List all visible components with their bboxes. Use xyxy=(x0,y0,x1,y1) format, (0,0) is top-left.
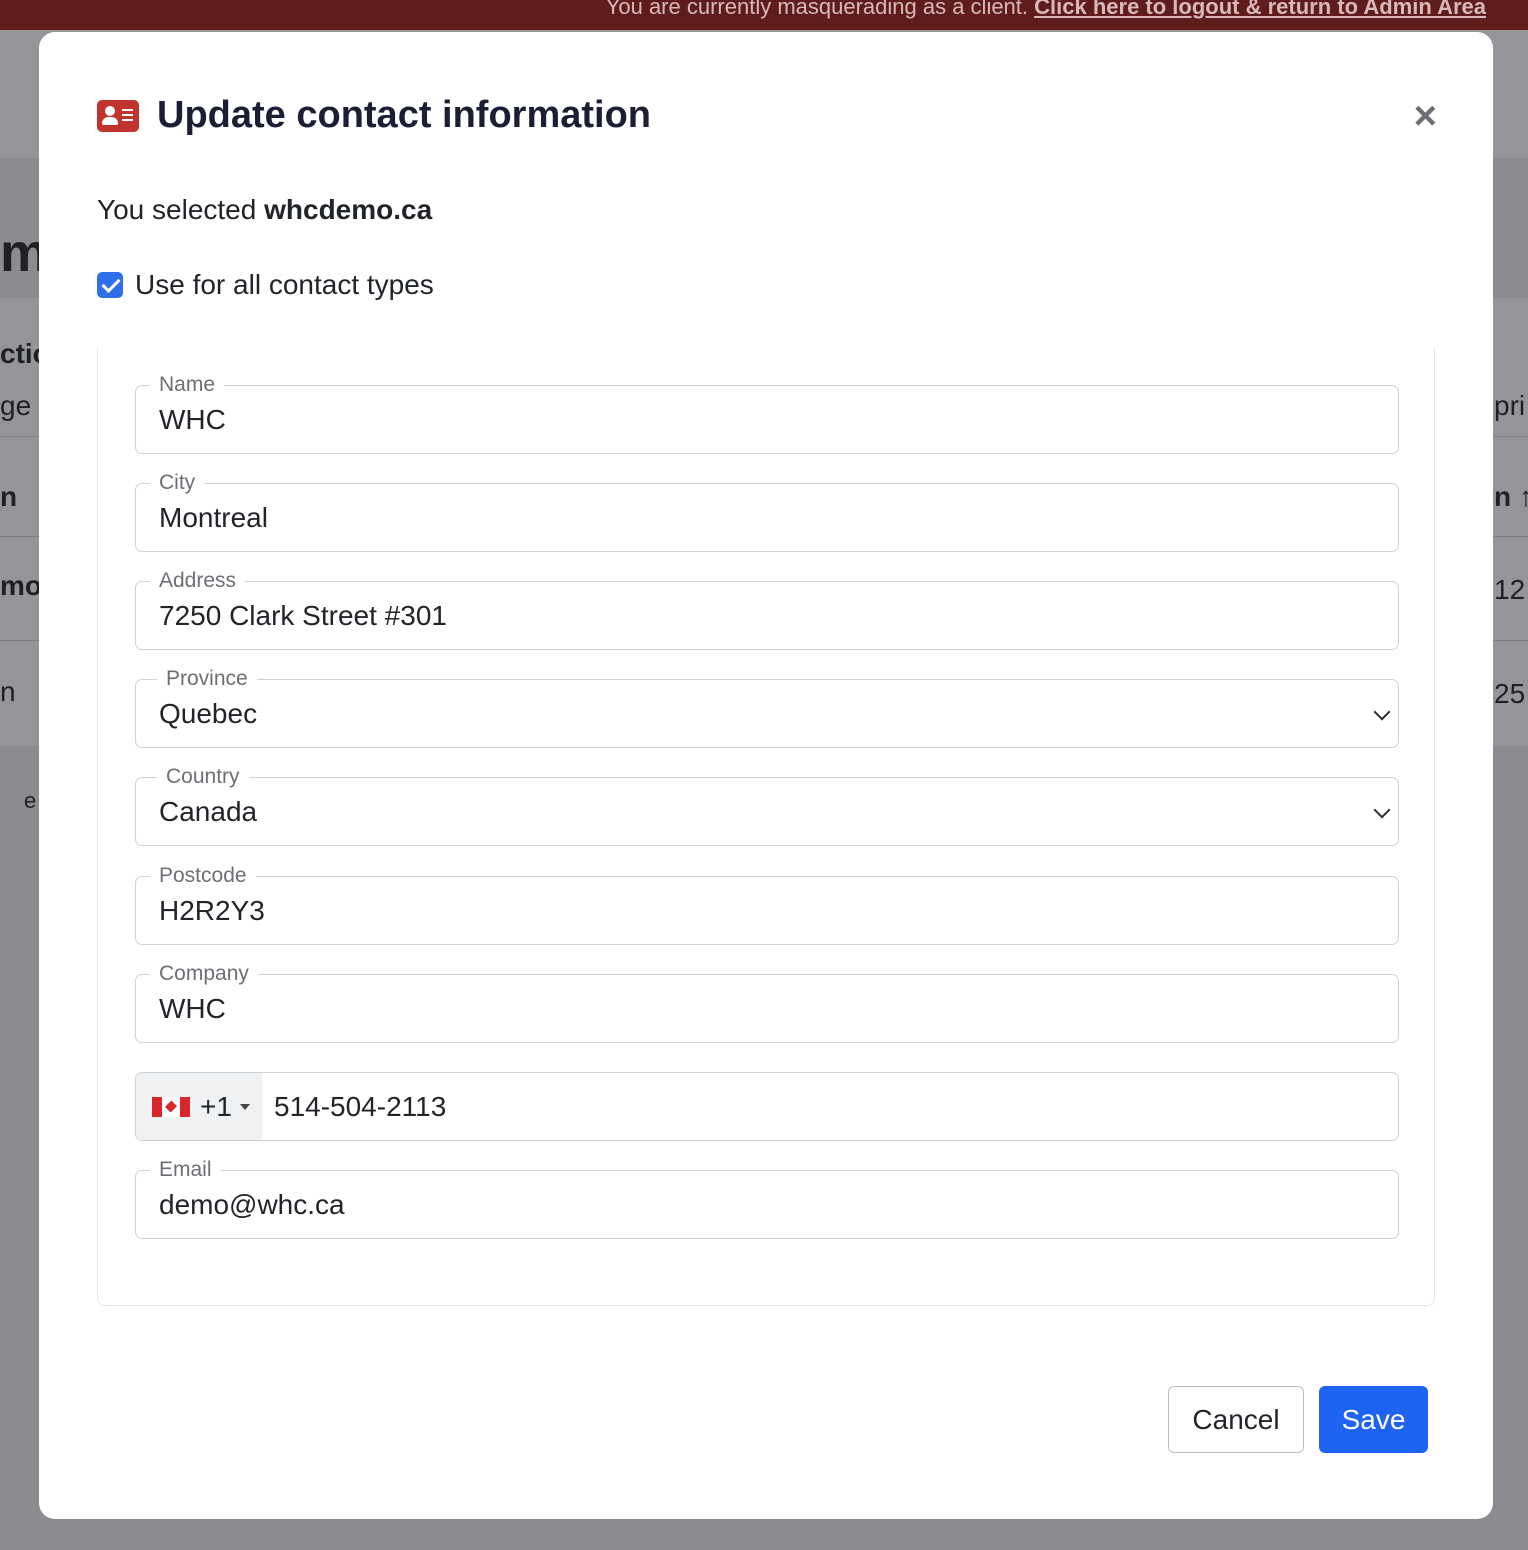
caret-down-icon xyxy=(240,1104,250,1110)
bg-fragment: pri xyxy=(1494,390,1526,421)
phone-field[interactable]: +1 514-504-2113 xyxy=(135,1072,1399,1141)
dial-code-dropdown[interactable]: +1 xyxy=(136,1073,262,1140)
bg-fragment: ge xyxy=(0,390,32,421)
address-field[interactable]: Address 7250 Clark Street #301 xyxy=(135,567,1399,650)
email-value[interactable]: demo@whc.ca xyxy=(159,1189,345,1221)
address-label: Address xyxy=(150,567,246,595)
bg-fragment: mo xyxy=(0,570,42,601)
province-label: Province xyxy=(157,665,257,693)
bg-fragment: n xyxy=(0,481,18,512)
divider xyxy=(0,536,39,537)
cancel-button[interactable]: Cancel xyxy=(1168,1386,1304,1453)
company-label: Company xyxy=(150,960,258,988)
checkbox-checked-icon[interactable] xyxy=(97,272,123,298)
country-select[interactable]: Country Canada xyxy=(135,763,1399,846)
chevron-down-icon[interactable] xyxy=(1373,801,1391,819)
masquerade-text: You are currently masquerading as a clie… xyxy=(605,0,1035,19)
selected-domain: whcdemo.ca xyxy=(264,194,433,225)
province-value[interactable]: Quebec xyxy=(159,698,257,730)
save-button[interactable]: Save xyxy=(1319,1386,1428,1453)
canada-flag-icon xyxy=(152,1097,190,1117)
postcode-label: Postcode xyxy=(150,862,256,890)
contact-fields-card: Name WHC City Montreal Address 7250 Clar… xyxy=(97,348,1435,1306)
country-label: Country xyxy=(157,763,249,791)
name-field[interactable]: Name WHC xyxy=(135,371,1399,454)
bg-fragment: e xyxy=(24,788,37,813)
contact-modal: Update contact information × You selecte… xyxy=(39,32,1493,1519)
company-field[interactable]: Company WHC xyxy=(135,960,1399,1043)
modal-title: Update contact information xyxy=(157,94,652,136)
bg-fragment: 25 xyxy=(1494,678,1526,709)
province-select[interactable]: Province Quebec xyxy=(135,665,1399,748)
selected-prefix: You selected xyxy=(97,194,265,225)
city-value[interactable]: Montreal xyxy=(159,502,268,534)
name-label: Name xyxy=(150,371,225,399)
city-label: City xyxy=(150,469,205,497)
chevron-down-icon[interactable] xyxy=(1373,703,1391,721)
email-field[interactable]: Email demo@whc.ca xyxy=(135,1156,1399,1239)
postcode-field[interactable]: Postcode H2R2Y3 xyxy=(135,862,1399,945)
close-icon[interactable]: × xyxy=(1414,96,1437,136)
contact-card-icon xyxy=(97,99,139,132)
logout-admin-link[interactable]: Click here to logout & return to Admin A… xyxy=(1034,0,1486,19)
masquerade-banner: You are currently masquerading as a clie… xyxy=(0,0,1528,30)
company-value[interactable]: WHC xyxy=(159,993,226,1025)
country-value[interactable]: Canada xyxy=(159,796,257,828)
use-all-label: Use for all contact types xyxy=(135,269,434,300)
email-label: Email xyxy=(150,1156,221,1184)
use-all-contact-types[interactable]: Use for all contact types xyxy=(97,269,434,301)
divider xyxy=(1493,640,1528,641)
bg-fragment: n xyxy=(0,676,16,707)
divider xyxy=(0,436,39,437)
bg-fragment: 12 xyxy=(1494,574,1526,605)
selected-domain-text: You selected whcdemo.ca xyxy=(97,194,432,226)
dial-code: +1 xyxy=(200,1091,232,1122)
divider xyxy=(1493,536,1528,537)
postcode-value[interactable]: H2R2Y3 xyxy=(159,895,265,927)
modal-header: Update contact information xyxy=(97,94,651,137)
divider xyxy=(1493,436,1528,437)
name-value[interactable]: WHC xyxy=(159,404,226,436)
city-field[interactable]: City Montreal xyxy=(135,469,1399,552)
divider xyxy=(0,640,39,641)
address-value[interactable]: 7250 Clark Street #301 xyxy=(159,600,447,632)
phone-value[interactable]: 514-504-2113 xyxy=(274,1091,446,1123)
bg-fragment: n ↑ xyxy=(1494,481,1528,512)
